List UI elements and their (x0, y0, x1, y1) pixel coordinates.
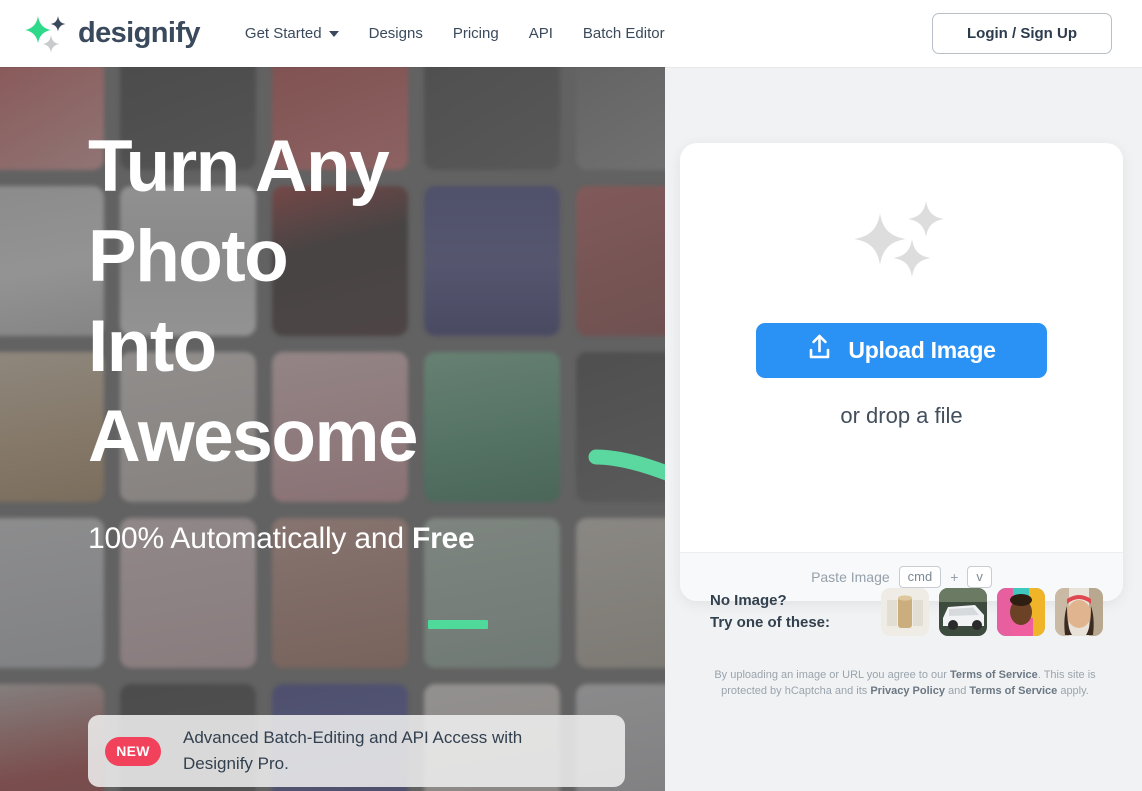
curved-green-arrow-icon (588, 447, 665, 547)
upload-image-button[interactable]: Upload Image (756, 323, 1047, 378)
legal-part-4: apply. (1057, 685, 1089, 697)
free-underline (428, 620, 488, 629)
drop-file-label: or drop a file (840, 403, 963, 428)
sample-images-section: No Image? Try one of these: (710, 588, 1104, 636)
hero-section: Turn Any Photo Into Awesome 100% Automat… (0, 67, 665, 791)
nav-item-get-started[interactable]: Get Started (245, 25, 339, 42)
terms-of-service-link[interactable]: Terms of Service (950, 669, 1038, 681)
logo[interactable]: designify (20, 12, 201, 56)
nav-item-designs[interactable]: Designs (369, 25, 423, 42)
sample-thumb-woman[interactable] (1055, 588, 1104, 636)
sample-images-title: No Image? Try one of these: (710, 590, 830, 634)
key-cmd: cmd (898, 566, 942, 588)
sparkle-logo-icon (20, 12, 72, 56)
sample-thumb-car[interactable] (939, 588, 988, 636)
subtitle-emphasis: Free (411, 522, 475, 555)
site-header: designify Get Started Designs Pricing AP… (0, 0, 1142, 67)
nav-label: API (528, 25, 553, 42)
upload-panel: Upload Image or drop a file Paste Image … (665, 67, 1142, 791)
sample-thumb-man[interactable] (997, 588, 1046, 636)
sample-title-line-1: No Image? (710, 592, 787, 609)
page-root: designify Get Started Designs Pricing AP… (0, 0, 1142, 791)
key-v: v (967, 566, 992, 588)
paste-image-label: Paste Image (811, 569, 890, 585)
chevron-down-icon (328, 30, 339, 37)
upload-arrow-icon (807, 334, 832, 367)
logo-text: designify (78, 17, 201, 49)
sample-thumbnail-list (881, 588, 1104, 636)
nav-item-batch-editor[interactable]: Batch Editor (583, 25, 665, 42)
nav-label: Get Started (244, 25, 322, 42)
main-nav: Get Started Designs Pricing API Batch Ed… (245, 25, 665, 42)
hero-content: Turn Any Photo Into Awesome 100% Automat… (0, 67, 665, 791)
headline-line-1: Turn Any (88, 126, 390, 207)
legal-disclaimer: By uploading an image or URL you agree t… (705, 667, 1105, 699)
upload-button-label: Upload Image (848, 337, 996, 363)
nav-item-pricing[interactable]: Pricing (453, 25, 499, 42)
nav-label: Batch Editor (582, 25, 665, 42)
status-badge: NEW (105, 736, 161, 766)
privacy-policy-link[interactable]: Privacy Policy (870, 685, 945, 697)
promo-banner[interactable]: NEW Advanced Batch-Editing and API Acces… (88, 715, 625, 787)
legal-part-1: By uploading an image or URL you agree t… (714, 669, 950, 681)
upload-dropzone-card[interactable]: Upload Image or drop a file Paste Image … (680, 143, 1123, 601)
hero-subtitle: 100% Automatically and Free (88, 522, 475, 556)
subtitle-prefix: 100% Automatically and (88, 522, 412, 555)
page-title: Turn Any Photo Into Awesome (88, 122, 418, 482)
headline-line-3: Into (88, 306, 217, 387)
nav-label: Pricing (452, 25, 499, 42)
key-plus: + (950, 569, 959, 585)
sparkles-icon (850, 199, 954, 286)
terms-of-service-link-2[interactable]: Terms of Service (969, 685, 1057, 697)
promo-banner-text: Advanced Batch-Editing and API Access wi… (183, 728, 523, 773)
headline-line-2: Photo (88, 216, 289, 297)
nav-item-api[interactable]: API (529, 25, 553, 42)
sample-thumb-tube[interactable] (881, 588, 930, 636)
headline-line-4: Awesome (88, 396, 418, 477)
login-signup-button[interactable]: Login / Sign Up (932, 13, 1112, 54)
legal-part-3: and (944, 685, 970, 697)
nav-label: Designs (368, 25, 423, 42)
sample-title-line-2: Try one of these: (710, 614, 831, 631)
